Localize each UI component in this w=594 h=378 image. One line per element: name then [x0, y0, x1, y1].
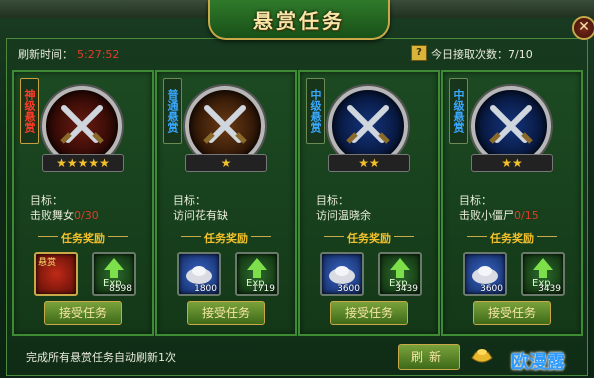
refresh-timer-label: 刷新时间：	[18, 48, 73, 61]
accept-quest-button[interactable]: 接受任务	[330, 301, 408, 325]
divider	[108, 236, 128, 237]
bounty-card-2: 普通悬赏 ★ 目标： 访问花有缺 任务奖励 1800 Exp 1719 接受任务	[155, 70, 297, 336]
bounty-tier-tag: 中级悬赏	[306, 78, 325, 144]
exp-icon[interactable]: Exp 3439	[378, 252, 422, 296]
item-count: 3600	[337, 284, 360, 294]
bounty-card-3: 中级悬赏 ★★ 目标： 访问温晓余 任务奖励 3600 Exp 3439 接受任…	[298, 70, 440, 336]
objective-text: 击败舞女0/30	[30, 207, 99, 223]
item-count: 3600	[480, 284, 503, 294]
bounty-window: 悬赏任务 ✕ 刷新时间： 5:27:52 ? 今日接取次数：7/10 神级悬赏 ★…	[0, 0, 594, 378]
silver-ingot-icon[interactable]: 1800	[177, 252, 221, 296]
star-rating: ★	[185, 154, 267, 172]
gold-ingot-icon	[470, 346, 494, 364]
silver-ingot-icon[interactable]: 3600	[463, 252, 507, 296]
objective-target: 击败舞女	[30, 209, 74, 222]
star-rating: ★★	[471, 154, 553, 172]
objective-progress: 0/30	[74, 209, 99, 222]
star-rating: ★★★★★	[42, 154, 124, 172]
divider	[251, 236, 271, 237]
objective-target: 访问温晓余	[316, 209, 371, 222]
bounty-chest-icon[interactable]: 悬赏	[34, 252, 78, 296]
item-count: 8598	[109, 284, 132, 294]
bounty-tier-tag: 中级悬赏	[449, 78, 468, 144]
accept-quest-button[interactable]: 接受任务	[187, 301, 265, 325]
objective-text: 访问温晓余	[316, 207, 371, 223]
exp-icon[interactable]: Exp 1719	[235, 252, 279, 296]
objective-target: 击败小僵尸	[459, 209, 514, 222]
title-banner: 悬赏任务	[208, 0, 390, 40]
objective-label: 目标：	[459, 194, 492, 207]
item-label: 悬赏	[38, 258, 57, 268]
reward-title: 任务奖励	[490, 232, 534, 245]
bounty-card-1: 神级悬赏 ★★★★★ 目标： 击败舞女0/30 任务奖励 悬赏 Exp 8598…	[12, 70, 154, 336]
accept-quest-button[interactable]: 接受任务	[473, 301, 551, 325]
accept-quest-button[interactable]: 接受任务	[44, 301, 122, 325]
objective-target: 访问花有缺	[173, 209, 228, 222]
watermark: 欧漫露	[511, 352, 565, 373]
silver-ingot-icon[interactable]: 3600	[320, 252, 364, 296]
help-icon[interactable]: ?	[411, 45, 427, 61]
objective-label: 目标：	[316, 194, 349, 207]
star-rating: ★★	[328, 154, 410, 172]
exp-icon[interactable]: Exp 8598	[92, 252, 136, 296]
daily-accept-count: 今日接取次数：7/10	[431, 48, 533, 61]
divider	[537, 236, 557, 237]
reward-title: 任务奖励	[61, 232, 105, 245]
objective-progress: 0/15	[514, 209, 539, 222]
bounty-card-4: 中级悬赏 ★★ 目标： 击败小僵尸0/15 任务奖励 3600 Exp 3439…	[441, 70, 583, 336]
bounty-tier-tag: 神级悬赏	[20, 78, 39, 144]
item-count: 3439	[395, 284, 418, 294]
refresh-timer: 刷新时间： 5:27:52	[18, 46, 119, 62]
window-title: 悬赏任务	[253, 9, 345, 33]
objective-text: 击败小僵尸0/15	[459, 207, 539, 223]
close-button[interactable]: ✕	[572, 16, 594, 40]
auto-refresh-note: 完成所有悬赏任务自动刷新1次	[26, 351, 176, 364]
objective-text: 访问花有缺	[173, 207, 228, 223]
refresh-button[interactable]: 刷新	[398, 344, 460, 370]
bounty-tier-tag: 普通悬赏	[163, 78, 182, 144]
objective-label: 目标：	[173, 194, 206, 207]
reward-title: 任务奖励	[204, 232, 248, 245]
item-count: 1719	[252, 284, 275, 294]
reward-title: 任务奖励	[347, 232, 391, 245]
refresh-timer-value: 5:27:52	[77, 48, 120, 61]
exp-icon[interactable]: Exp 3439	[521, 252, 565, 296]
item-count: 3439	[538, 284, 561, 294]
divider	[394, 236, 414, 237]
objective-label: 目标：	[30, 194, 63, 207]
item-count: 1800	[194, 284, 217, 294]
